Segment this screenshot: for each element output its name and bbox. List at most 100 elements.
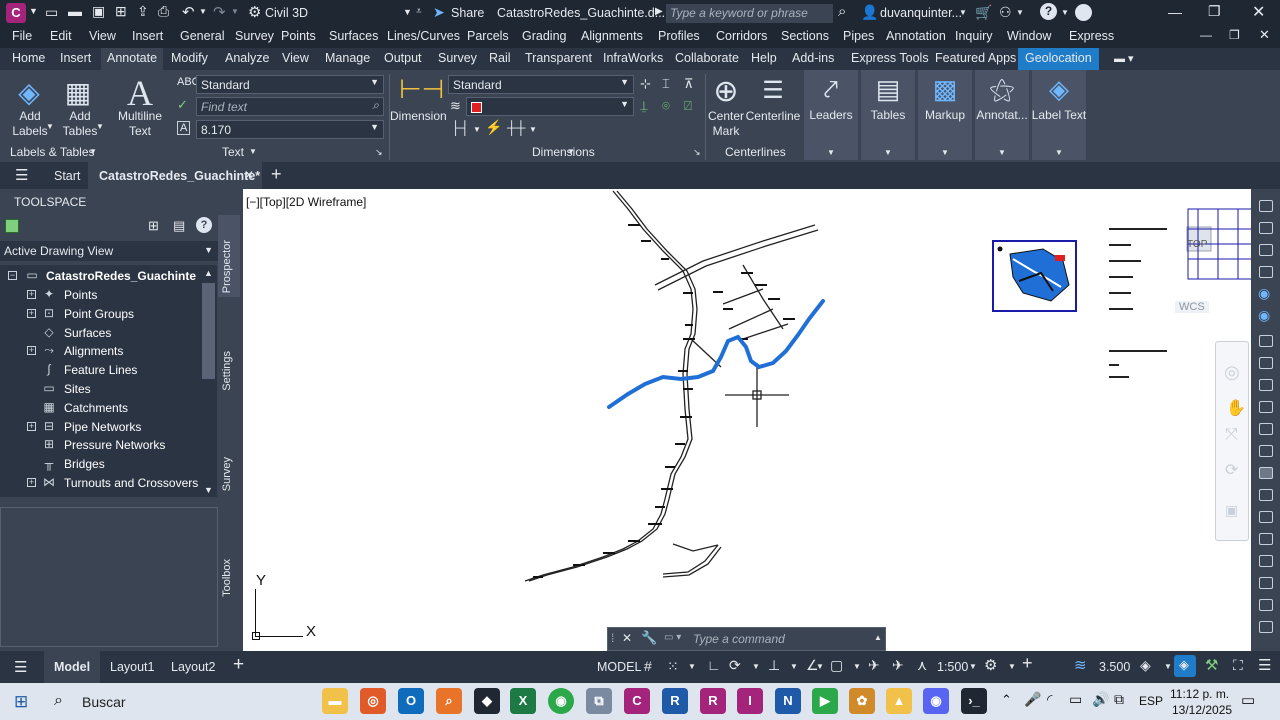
dim-tool-5-icon[interactable]: ⌾ xyxy=(662,98,670,114)
tab-modify[interactable]: Modify xyxy=(171,51,208,65)
workspace-gear-icon[interactable]: ⚙ xyxy=(248,3,261,21)
close-tab-icon[interactable]: ✕ xyxy=(244,168,254,182)
menu-corridors[interactable]: Corridors xyxy=(716,29,767,43)
tool-15-icon[interactable] xyxy=(1259,555,1273,567)
tab-active-drawing-label[interactable]: CatastroRedes_Guachinte* xyxy=(99,169,260,183)
navisworks-taskbar-icon[interactable]: N xyxy=(775,688,801,714)
markup-expand-icon[interactable]: ▼ xyxy=(941,148,949,157)
redo-dropdown-icon[interactable]: ▼ xyxy=(231,7,239,16)
menu-insert[interactable]: Insert xyxy=(132,29,163,43)
tab-rail[interactable]: Rail xyxy=(489,51,511,65)
tab-model-label[interactable]: Model xyxy=(54,660,90,674)
grid-icon[interactable]: # xyxy=(644,658,652,674)
fullscreen-icon[interactable]: ⛶ xyxy=(1233,657,1243,674)
dimensions-expand-icon[interactable]: ▼ xyxy=(567,147,575,156)
menu-points[interactable]: Points xyxy=(281,29,316,43)
continue-dim-dropdown-icon[interactable]: ▼ xyxy=(529,125,537,134)
tab-analyze[interactable]: Analyze xyxy=(225,51,269,65)
polar-icon[interactable]: ⟳ xyxy=(729,657,741,674)
dim-tool-1-icon[interactable]: ⊹ xyxy=(640,76,651,92)
dimensions-launcher-icon[interactable]: ↘ xyxy=(693,147,701,158)
text-height-combo[interactable]: 8.170 ▼ xyxy=(196,120,384,139)
discord-icon[interactable]: ◉ xyxy=(923,688,949,714)
leaders-button[interactable]: Leaders xyxy=(804,108,858,123)
annotation-visibility-icon[interactable]: ✈ xyxy=(868,657,880,674)
app-menu-arrow-icon[interactable]: ▼ xyxy=(29,6,38,16)
civil-annotation-scale-value[interactable]: 3.500 xyxy=(1099,660,1130,674)
close-window-icon[interactable]: ✕ xyxy=(1252,2,1265,22)
revit-taskbar-icon[interactable]: R xyxy=(662,688,688,714)
menu-survey[interactable]: Survey xyxy=(235,29,274,43)
tab-insert[interactable]: Insert xyxy=(60,51,91,65)
tool-11-icon[interactable] xyxy=(1259,467,1273,479)
menu-edit[interactable]: Edit xyxy=(50,29,72,43)
text-panel-title[interactable]: Text xyxy=(222,145,244,159)
polar-dropdown-icon[interactable]: ▼ xyxy=(752,662,760,671)
centerline-button[interactable]: Centerline xyxy=(745,109,801,124)
new-tab-icon[interactable]: + xyxy=(271,164,282,185)
wcs-label[interactable]: WCS xyxy=(1175,301,1209,313)
tab-toolbox[interactable]: Toolbox xyxy=(218,527,240,601)
save-icon[interactable]: ▣ xyxy=(92,3,105,20)
user-icon[interactable]: 👤 xyxy=(861,4,878,21)
workspace-selector[interactable]: Civil 3D xyxy=(265,6,308,20)
clock-date[interactable]: 13/12/2025 xyxy=(1172,703,1232,717)
customize-status-icon[interactable]: ☰ xyxy=(1258,656,1271,674)
recap-taskbar-icon[interactable]: R xyxy=(700,688,726,714)
share-icon[interactable]: ➤ xyxy=(433,4,445,21)
dim-tool-3-icon[interactable]: ⊼ xyxy=(684,76,694,92)
label-text-expand-icon[interactable]: ▼ xyxy=(1055,148,1063,157)
labels-tables-expand-icon[interactable]: ▼ xyxy=(89,147,97,156)
tab-home[interactable]: Home xyxy=(12,51,45,65)
tab-survey[interactable]: Survey xyxy=(438,51,477,65)
command-customize-icon[interactable]: 🔧 xyxy=(641,630,657,646)
annotation-scaling-expand-icon[interactable]: ▼ xyxy=(998,148,1006,157)
spell-check-icon[interactable]: ✓ xyxy=(177,97,188,113)
windows-start-icon[interactable]: ⊞ xyxy=(14,692,28,712)
tab-survey-side[interactable]: Survey xyxy=(218,425,240,495)
menu-alignments[interactable]: Alignments xyxy=(581,29,643,43)
text-panel-expand-icon[interactable]: ▼ xyxy=(249,147,257,156)
undo-dropdown-icon[interactable]: ▼ xyxy=(199,7,207,16)
microphone-icon[interactable]: 🎤 xyxy=(1024,691,1041,708)
menu-inquiry[interactable]: Inquiry xyxy=(955,29,993,43)
taskbar-search-input[interactable]: Buscar xyxy=(82,694,126,710)
exchange-icon[interactable]: ⚇ xyxy=(999,4,1012,21)
tab-layout1[interactable]: Layout1 xyxy=(110,660,154,674)
language-indicator[interactable]: ESP xyxy=(1139,694,1163,708)
center-mark-button[interactable]: Center Mark xyxy=(704,109,748,139)
ribbon-display-options-icon[interactable]: ▬ ▾ xyxy=(1114,52,1134,65)
globe-2-icon[interactable]: ◉ xyxy=(1258,307,1270,324)
user-name[interactable]: duvanquinter... xyxy=(880,6,962,20)
dimension-button[interactable]: Dimension xyxy=(390,109,447,124)
maximize-window-icon[interactable]: ❐ xyxy=(1208,3,1221,20)
tool-13-icon[interactable] xyxy=(1259,511,1273,523)
steering-wheel-icon[interactable]: ◎ xyxy=(1224,362,1240,383)
collapse-icon[interactable]: − xyxy=(8,271,17,280)
multiline-text-button[interactable]: Multiline Text xyxy=(110,109,170,139)
text-style-combo[interactable]: Standard ▼ xyxy=(196,75,384,94)
tool-17-icon[interactable] xyxy=(1259,599,1273,611)
ortho-icon[interactable]: ∟ xyxy=(707,657,721,673)
isodraft-icon[interactable]: ⊥ xyxy=(768,657,780,674)
layout-menu-icon[interactable]: ☰ xyxy=(14,658,27,676)
leaders-expand-icon[interactable]: ▼ xyxy=(827,148,835,157)
add-tables-dropdown-icon[interactable]: ▼ xyxy=(96,122,104,131)
menu-grading[interactable]: Grading xyxy=(522,29,566,43)
menu-express[interactable]: Express xyxy=(1069,29,1114,43)
quick-dim-icon[interactable]: ⚡ xyxy=(485,119,502,136)
tool-6-icon[interactable] xyxy=(1259,357,1273,369)
auto-scale-icon[interactable]: ✈ xyxy=(892,657,904,674)
command-line[interactable]: ⁞ ✕ 🔧 ▭ ▾ Type a command ▲ xyxy=(607,627,886,651)
search-app-icon[interactable]: ⌕ xyxy=(436,688,462,714)
tool-3-icon[interactable] xyxy=(1259,244,1273,256)
annotation-scale-value[interactable]: 1:500 xyxy=(937,660,968,674)
quick-access-dropdown-icon[interactable]: ⩡ xyxy=(416,6,422,17)
expand-icon[interactable]: + xyxy=(27,478,36,487)
tab-express-tools[interactable]: Express Tools xyxy=(851,51,929,65)
isolate-icon[interactable]: ◈ xyxy=(1140,657,1151,674)
showmotion-icon[interactable]: ▣ xyxy=(1225,502,1238,519)
dim-tool-2-icon[interactable]: ⌶ xyxy=(662,76,670,92)
workspace-switch-icon[interactable]: ⚙ xyxy=(984,656,997,674)
label-text-button[interactable]: Label Text xyxy=(1029,108,1089,123)
